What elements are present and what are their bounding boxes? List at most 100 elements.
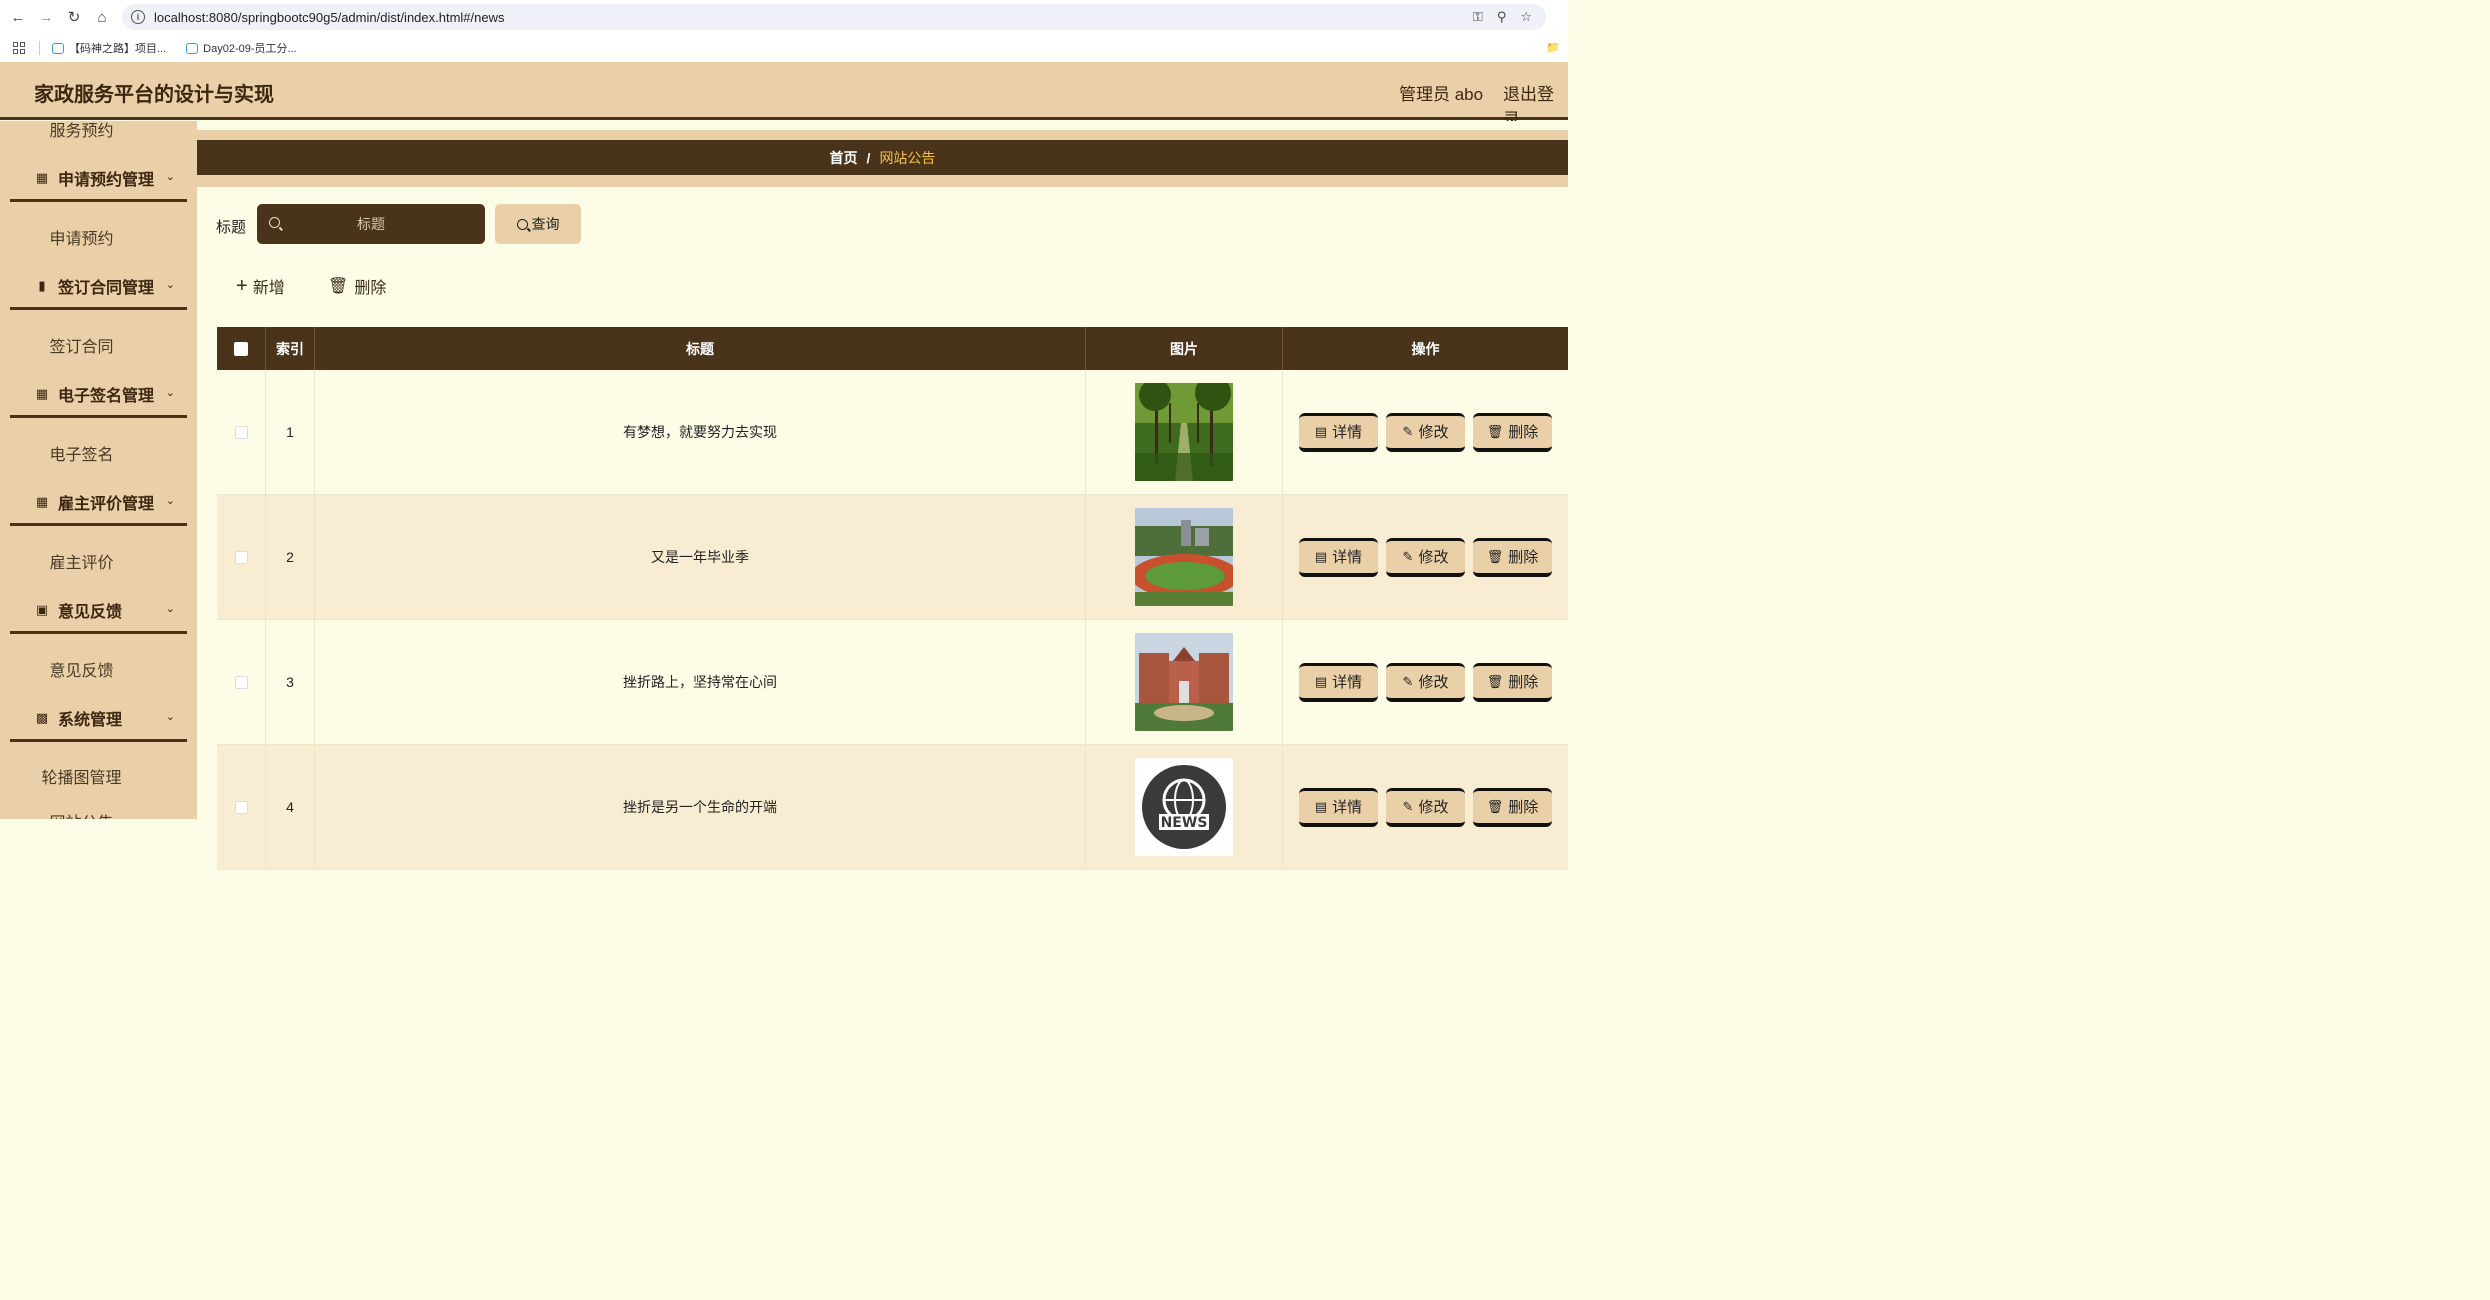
row-select-cell [217,620,266,744]
home-icon[interactable]: ⌂ [88,3,116,31]
grid-icon: ▦ [35,493,49,509]
row-actions: ▤ 详情 ✎ 修改 🗑 删除 [1283,495,1568,619]
detail-button[interactable]: ▤ 详情 [1299,787,1378,827]
row-title: 又是一年毕业季 [315,495,1086,619]
sidebar-group-system[interactable]: ▩ 系统管理 ⌄ [10,696,187,742]
content-top-band [197,130,1568,140]
sidebar-item-contract[interactable]: 签订合同 [0,333,163,357]
edit-button[interactable]: ✎ 修改 [1386,537,1465,577]
campus-building-image[interactable] [1135,633,1233,731]
sidebar-item-esign[interactable]: 电子签名 [0,441,163,465]
table-row: 3 挫折路上，坚持常在心间 ▤ 详情 ✎ 修改 🗑 删除 [217,620,1568,745]
edit-button[interactable]: ✎ 修改 [1386,662,1465,702]
add-button[interactable]: + 新增 [236,274,285,298]
detail-button[interactable]: ▤ 详情 [1299,412,1378,452]
edit-label: 修改 [1418,799,1449,816]
delete-button[interactable]: 🗑 删除 [1473,537,1552,577]
campus-track-image[interactable] [1135,508,1233,606]
bulk-delete-label: 删除 [354,280,387,297]
back-icon[interactable]: ← [4,3,32,31]
bilibili-icon [186,42,199,54]
site-info-icon[interactable]: i [131,10,145,24]
row-actions: ▤ 详情 ✎ 修改 🗑 删除 [1283,620,1568,744]
sidebar-item-carousel[interactable]: 轮播图管理 [0,764,163,788]
bulk-delete-button[interactable]: 🗑 删除 [328,274,386,298]
row-title: 有梦想，就要努力去实现 [315,370,1086,494]
sidebar-group-contract[interactable]: ▮ 签订合同管理 ⌄ [10,264,187,310]
sidebar-item-feedback[interactable]: 意见反馈 [0,657,163,681]
row-checkbox[interactable] [234,675,248,689]
row-checkbox[interactable] [234,800,248,814]
document-icon: ▤ [1314,548,1328,564]
detail-label: 详情 [1332,799,1363,816]
bookmark-item[interactable]: 【码神之路】项目... [52,40,166,56]
reload-icon[interactable]: ↻ [60,3,88,31]
sidebar-group-esign[interactable]: ▦ 电子签名管理 ⌄ [10,372,187,418]
bookmark-item[interactable]: Day02-09-员工分... [186,40,297,56]
edit-button[interactable]: ✎ 修改 [1386,787,1465,827]
sidebar-item-booking-apply[interactable]: 申请预约 [0,225,163,249]
column-header-title: 标题 [315,327,1086,370]
edit-label: 修改 [1418,424,1449,441]
row-checkbox[interactable] [234,425,248,439]
query-button[interactable]: 查询 [495,204,581,244]
news-globe-image[interactable]: NEWS [1135,758,1233,856]
delete-label: 删除 [1508,549,1539,566]
edit-button[interactable]: ✎ 修改 [1386,412,1465,452]
sidebar-group-label: 签订合同管理 [58,279,155,297]
delete-button[interactable]: 🗑 删除 [1473,787,1552,827]
sidebar-group-booking-apply[interactable]: ▦ 申请预约管理 ⌄ [10,156,187,202]
table-header: 索引 标题 图片 操作 [217,327,1568,370]
search-icon [516,218,528,230]
trash-icon: 🗑 [1486,423,1504,439]
breadcrumb-home[interactable]: 首页 [830,148,858,168]
zoom-icon[interactable]: ⚲ [1497,9,1507,25]
sidebar-item-service-booking[interactable]: 服务预约 [0,121,163,141]
detail-label: 详情 [1332,549,1363,566]
row-checkbox[interactable] [234,550,248,564]
trash-icon: 🗑 [1486,673,1504,689]
delete-button[interactable]: 🗑 删除 [1473,412,1552,452]
app-header: 家政服务平台的设计与实现 管理员 abo 退出登录 [0,62,1568,129]
breadcrumb-current: 网站公告 [879,149,936,166]
sidebar-item-news[interactable]: 网站公告 [0,809,163,819]
row-actions: ▤ 详情 ✎ 修改 🗑 删除 [1283,745,1568,869]
grid-icon: ▦ [35,385,49,401]
folder-icon[interactable]: 📁 [1546,41,1560,54]
row-image-cell [1086,370,1283,494]
detail-button[interactable]: ▤ 详情 [1299,662,1378,702]
password-key-icon[interactable]: ⚿ [1473,9,1483,25]
pencil-icon: ✎ [1402,548,1414,564]
chevron-down-icon: ⌄ [165,387,175,399]
document-icon: ▤ [1314,673,1328,689]
delete-button[interactable]: 🗑 删除 [1473,662,1552,702]
forward-icon[interactable]: → [32,3,60,31]
detail-button[interactable]: ▤ 详情 [1299,537,1378,577]
book-icon: ▮ [38,277,46,293]
url-text[interactable]: localhost:8080/springbootc90g5/admin/dis… [154,10,505,25]
apps-icon: ▩ [35,709,49,725]
edit-label: 修改 [1418,674,1449,691]
bookmarks-bar: 【码神之路】项目... Day02-09-员工分... 📁 [0,34,1568,62]
apps-grid-icon[interactable] [13,42,25,54]
bookmark-star-icon[interactable]: ☆ [1520,9,1532,25]
row-actions: ▤ 详情 ✎ 修改 🗑 删除 [1283,370,1568,494]
sidebar-item-employer-review[interactable]: 雇主评价 [0,549,163,573]
row-index: 1 [266,370,315,494]
sidebar-group-feedback[interactable]: ▣ 意见反馈 ⌄ [10,588,187,634]
address-bar[interactable]: i localhost:8080/springbootc90g5/admin/d… [122,4,1546,30]
tree-lined-path-image[interactable] [1135,383,1233,481]
row-index: 4 [266,745,315,869]
document-icon: ▤ [1314,423,1328,439]
search-input[interactable] [257,204,485,244]
bookmark-label: Day02-09-员工分... [203,43,297,55]
sidebar-group-label: 申请预约管理 [58,171,155,189]
chevron-down-icon: ⌄ [165,603,175,615]
select-all-checkbox[interactable] [234,341,248,356]
sidebar-group-label: 雇主评价管理 [58,495,155,513]
pencil-icon: ✎ [1402,798,1414,814]
chevron-down-icon: ⌄ [165,711,175,723]
row-select-cell [217,495,266,619]
search-field[interactable] [257,204,485,244]
sidebar-group-employer-review[interactable]: ▦ 雇主评价管理 ⌄ [10,480,187,526]
